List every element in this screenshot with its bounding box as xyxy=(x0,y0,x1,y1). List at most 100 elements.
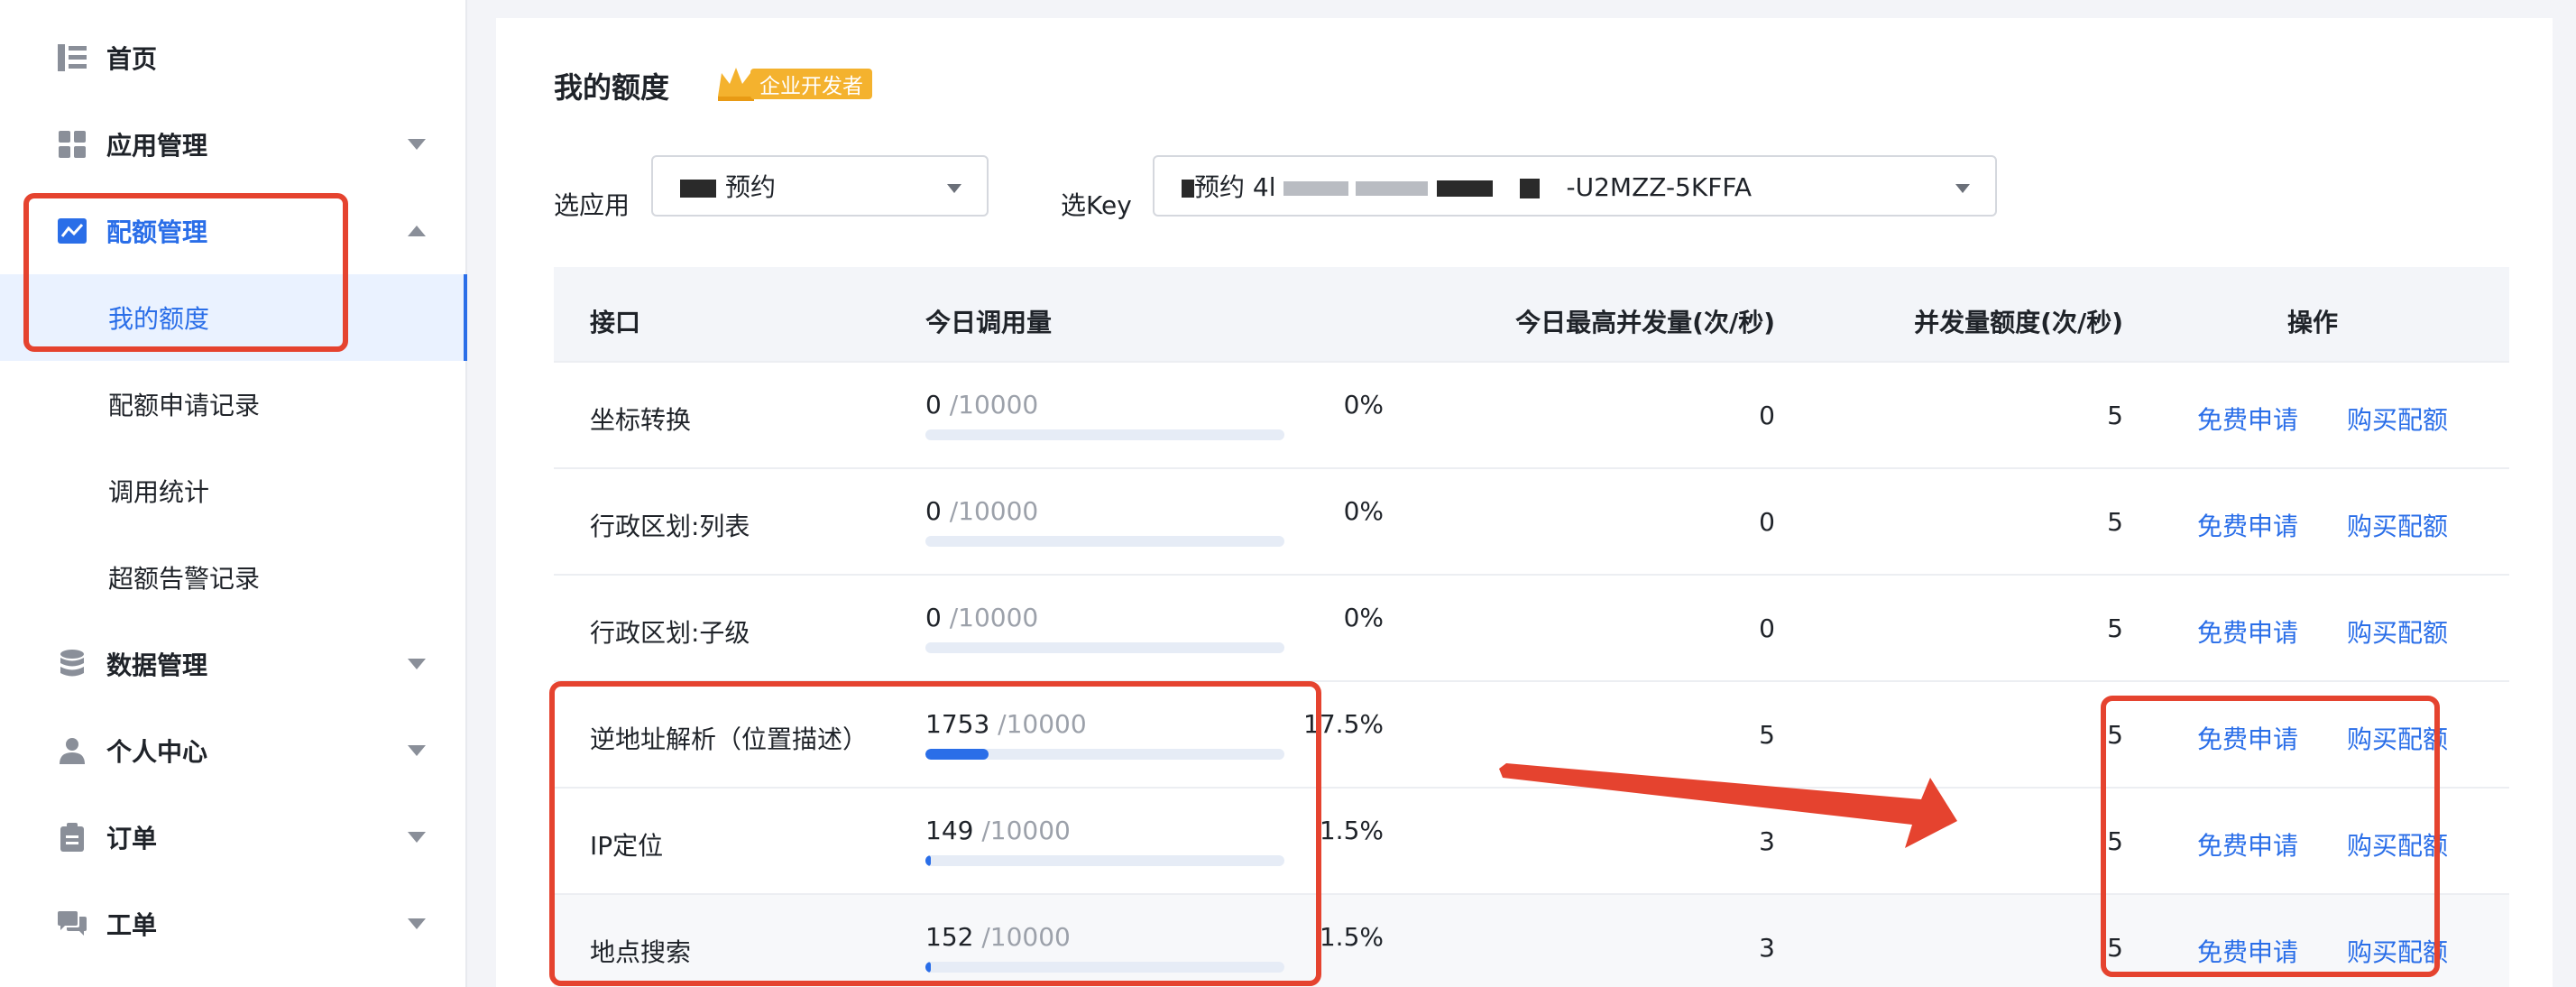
app-select-text: 预约 xyxy=(725,172,777,202)
table-row: 坐标转换 0 /10000 0% 0 5 免费申请 购买配额 xyxy=(554,363,2509,469)
usage-progress-bar xyxy=(925,962,1284,973)
usage-count: 0 /10000 xyxy=(925,496,1038,526)
sidebar-item-tickets[interactable]: 工单 xyxy=(0,881,467,967)
usage-progress-bar xyxy=(925,642,1284,653)
list-icon xyxy=(58,43,87,72)
sidebar-subitem-label: 调用统计 xyxy=(108,477,210,507)
sidebar-item-orders[interactable]: 订单 xyxy=(0,794,467,881)
app-select[interactable]: 预约 xyxy=(651,155,989,217)
today-peak-value: 3 xyxy=(1759,933,1775,963)
usage-percent: 0% xyxy=(1343,390,1384,420)
usage-percent: 17.5% xyxy=(1303,709,1384,739)
sidebar-item-personal-center[interactable]: 个人中心 xyxy=(0,707,467,794)
today-peak-value: 0 xyxy=(1759,613,1775,643)
usage-progress-bar xyxy=(925,536,1284,547)
free-apply-link[interactable]: 免费申请 xyxy=(2197,507,2298,543)
sidebar-item-label: 数据管理 xyxy=(106,650,208,680)
redacted-text xyxy=(1283,181,1348,196)
column-header-api: 接口 xyxy=(590,308,641,337)
sidebar-item-label: 应用管理 xyxy=(106,131,208,161)
sidebar-item-label: 订单 xyxy=(106,824,158,853)
redacted-text xyxy=(1182,180,1194,198)
api-name: 坐标转换 xyxy=(590,405,692,435)
chevron-down-icon xyxy=(947,184,961,193)
today-peak-value: 5 xyxy=(1759,720,1775,750)
buy-quota-link[interactable]: 购买配额 xyxy=(2347,401,2448,437)
sidebar-subitem-quota-requests[interactable]: 配额申请记录 xyxy=(0,361,467,447)
buy-quota-link[interactable]: 购买配额 xyxy=(2347,507,2448,543)
usage-limit: /10000 xyxy=(981,816,1071,845)
concurrency-quota-value: 5 xyxy=(2107,507,2123,537)
key-select-suffix: -U2MZZ-5KFFA xyxy=(1566,172,1753,202)
database-icon xyxy=(58,650,87,678)
concurrency-quota-value: 5 xyxy=(2107,933,2123,963)
sidebar-subitem-label: 超额告警记录 xyxy=(108,564,261,594)
usage-count: 0 /10000 xyxy=(925,603,1038,632)
concurrency-quota-value: 5 xyxy=(2107,613,2123,643)
sidebar-item-data-management[interactable]: 数据管理 xyxy=(0,621,467,707)
api-name: 行政区划:子级 xyxy=(590,618,750,648)
redacted-text xyxy=(1436,180,1493,197)
buy-quota-link[interactable]: 购买配额 xyxy=(2347,720,2448,756)
chevron-down-icon xyxy=(408,745,426,756)
free-apply-link[interactable]: 免费申请 xyxy=(2197,933,2298,969)
usage-used: 0 xyxy=(925,390,942,420)
sidebar-item-app-management[interactable]: 应用管理 xyxy=(0,101,467,188)
sidebar-subitem-label: 配额申请记录 xyxy=(108,391,261,420)
usage-limit: /10000 xyxy=(949,390,1039,420)
today-peak-value: 3 xyxy=(1759,826,1775,856)
free-apply-link[interactable]: 免费申请 xyxy=(2197,720,2298,756)
sidebar-item-label: 工单 xyxy=(106,910,158,940)
usage-used: 1753 xyxy=(925,709,990,739)
usage-progress-fill xyxy=(925,749,989,760)
usage-used: 152 xyxy=(925,922,974,952)
usage-percent: 1.5% xyxy=(1319,922,1384,952)
free-apply-link[interactable]: 免费申请 xyxy=(2197,826,2298,862)
today-peak-value: 0 xyxy=(1759,507,1775,537)
concurrency-quota-value: 5 xyxy=(2107,720,2123,750)
key-select-value: 预约 4l -U2MZZ-5KFFA xyxy=(1182,168,1752,204)
sidebar-item-label: 个人中心 xyxy=(106,737,208,767)
concurrency-quota-value: 5 xyxy=(2107,826,2123,856)
sidebar-item-home[interactable]: 首页 xyxy=(0,14,467,101)
usage-progress-fill xyxy=(925,855,931,866)
grid-icon xyxy=(58,130,87,159)
sidebar: 首页 应用管理 配额管理 我的额度 配额申请记录 调用统计 超额告警记录 数据管… xyxy=(0,0,467,987)
concurrency-quota-value: 5 xyxy=(2107,401,2123,430)
usage-limit: /10000 xyxy=(998,709,1087,739)
usage-used: 149 xyxy=(925,816,974,845)
table-row: IP定位 149 /10000 1.5% 3 5 免费申请 购买配额 xyxy=(554,789,2509,895)
user-icon xyxy=(58,736,87,765)
app-select-label: 选应用 xyxy=(554,190,630,220)
sidebar-subitem-call-stats[interactable]: 调用统计 xyxy=(0,447,467,534)
buy-quota-link[interactable]: 购买配额 xyxy=(2347,933,2448,969)
api-name: 行政区划:列表 xyxy=(590,512,750,541)
column-header-today-peak: 今日最高并发量(次/秒) xyxy=(1515,308,1775,337)
free-apply-link[interactable]: 免费申请 xyxy=(2197,613,2298,650)
chevron-down-icon xyxy=(1955,184,1970,193)
key-select-prefix: 预约 4l xyxy=(1194,172,1276,202)
key-select[interactable]: 预约 4l -U2MZZ-5KFFA xyxy=(1153,155,1997,217)
usage-limit: /10000 xyxy=(949,603,1039,632)
chat-icon xyxy=(58,909,87,938)
app-select-value: 预约 xyxy=(680,168,776,204)
api-name: 地点搜索 xyxy=(590,937,692,967)
buy-quota-link[interactable]: 购买配额 xyxy=(2347,613,2448,650)
table-row: 行政区划:子级 0 /10000 0% 0 5 免费申请 购买配额 xyxy=(554,576,2509,682)
sidebar-item-label: 首页 xyxy=(106,44,158,74)
redacted-text xyxy=(1519,179,1540,198)
free-apply-link[interactable]: 免费申请 xyxy=(2197,401,2298,437)
developer-badge: 企业开发者 xyxy=(716,65,872,103)
buy-quota-link[interactable]: 购买配额 xyxy=(2347,826,2448,862)
usage-percent: 0% xyxy=(1343,496,1384,526)
sidebar-subitem-overage-alerts[interactable]: 超额告警记录 xyxy=(0,534,467,621)
table-row: 地点搜索 152 /10000 1.5% 3 5 免费申请 购买配额 xyxy=(554,895,2509,987)
usage-progress-bar xyxy=(925,855,1284,866)
usage-percent: 1.5% xyxy=(1319,816,1384,845)
column-header-today-calls: 今日调用量 xyxy=(925,308,1053,337)
page-title: 我的额度 xyxy=(554,70,670,105)
usage-percent: 0% xyxy=(1343,603,1384,632)
table-row: 逆地址解析（位置描述） 1753 /10000 17.5% 5 5 免费申请 购买配额 xyxy=(554,682,2509,789)
today-peak-value: 0 xyxy=(1759,401,1775,430)
api-name: 逆地址解析（位置描述） xyxy=(590,724,869,754)
